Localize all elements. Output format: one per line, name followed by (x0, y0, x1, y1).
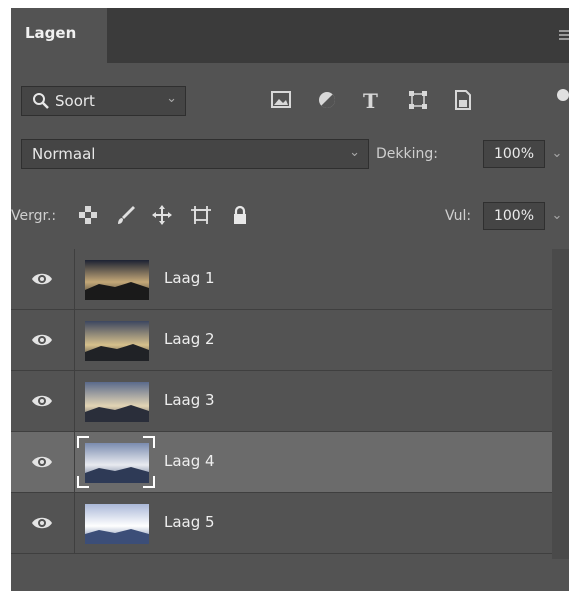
layer-row[interactable]: Laag 3 (11, 371, 552, 432)
fill-chevron-icon[interactable]: ⌄ (547, 202, 567, 230)
filter-kind-label: Soort (55, 92, 95, 110)
selection-frame-icon (77, 436, 155, 488)
visibility-toggle[interactable] (11, 310, 75, 370)
panel-menu-icon[interactable] (559, 30, 569, 40)
lock-all-icon[interactable] (229, 204, 251, 226)
eye-icon (32, 456, 52, 468)
panel-footer-space (11, 559, 569, 591)
layer-name: Laag 4 (164, 452, 215, 470)
filter-kind-select[interactable]: Soort ⌄ (21, 86, 186, 116)
layer-row[interactable]: Laag 2 (11, 310, 552, 371)
svg-text:T: T (363, 89, 378, 112)
filter-row: Soort ⌄ T (11, 80, 569, 122)
fill-input[interactable]: 100% (483, 202, 545, 230)
smart-object-filter-icon[interactable] (451, 88, 477, 114)
visibility-toggle[interactable] (11, 249, 75, 309)
chevron-down-icon: ⌄ (349, 145, 360, 160)
eye-icon (32, 334, 52, 346)
opacity-chevron-icon[interactable]: ⌄ (547, 140, 567, 168)
chevron-down-icon: ⌄ (166, 91, 177, 106)
eye-icon (32, 395, 52, 407)
lock-position-icon[interactable] (151, 204, 173, 226)
tab-layers-label: Lagen (25, 24, 77, 42)
eye-icon (32, 273, 52, 285)
layers-list: Laag 1 Laag 2 Laag 3 Laag 4 Laag 5 (11, 249, 552, 559)
shape-filter-icon[interactable] (406, 88, 432, 114)
layer-thumbnail[interactable] (85, 321, 149, 361)
visibility-toggle[interactable] (11, 432, 75, 492)
visibility-toggle[interactable] (11, 371, 75, 431)
layer-thumbnail[interactable] (85, 504, 149, 544)
layer-thumbnail[interactable] (85, 382, 149, 422)
opacity-label: Dekking: (376, 146, 438, 162)
image-filter-icon[interactable] (269, 88, 295, 114)
lock-label: Vergr.: (11, 208, 57, 224)
eye-icon (32, 517, 52, 529)
layer-name: Laag 1 (164, 269, 215, 287)
layer-row-selected[interactable]: Laag 4 (11, 432, 552, 493)
search-icon (32, 92, 50, 114)
blend-mode-select[interactable]: Normaal ⌄ (21, 139, 369, 169)
layer-name: Laag 5 (164, 513, 215, 531)
blend-row: Normaal ⌄ Dekking: 100% ⌄ (11, 134, 569, 174)
fill-label: Vul: (445, 208, 472, 224)
adjustment-filter-icon[interactable] (315, 88, 341, 114)
layers-panel: Lagen Soort ⌄ T Normaal ⌄ Dekking: 100% … (11, 8, 569, 591)
lock-image-pixels-icon[interactable] (115, 204, 137, 226)
lock-artboard-icon[interactable] (189, 204, 211, 226)
layer-name: Laag 2 (164, 330, 215, 348)
lock-transparent-pixels-icon[interactable] (77, 204, 99, 226)
lock-row: Vergr.: Vul: 100% ⌄ (11, 198, 569, 238)
panel-tab-bar: Lagen (11, 8, 569, 63)
blend-mode-value: Normaal (32, 145, 96, 163)
type-filter-icon[interactable]: T (359, 88, 385, 114)
layer-thumbnail[interactable] (85, 260, 149, 300)
layer-row[interactable]: Laag 5 (11, 493, 552, 554)
layer-row[interactable]: Laag 1 (11, 249, 552, 310)
visibility-toggle[interactable] (11, 493, 75, 553)
layers-scrollbar[interactable] (552, 249, 569, 559)
layer-name: Laag 3 (164, 391, 215, 409)
tab-layers[interactable]: Lagen (11, 8, 107, 63)
filter-toggle-icon[interactable] (551, 88, 569, 114)
opacity-input[interactable]: 100% (483, 140, 545, 168)
